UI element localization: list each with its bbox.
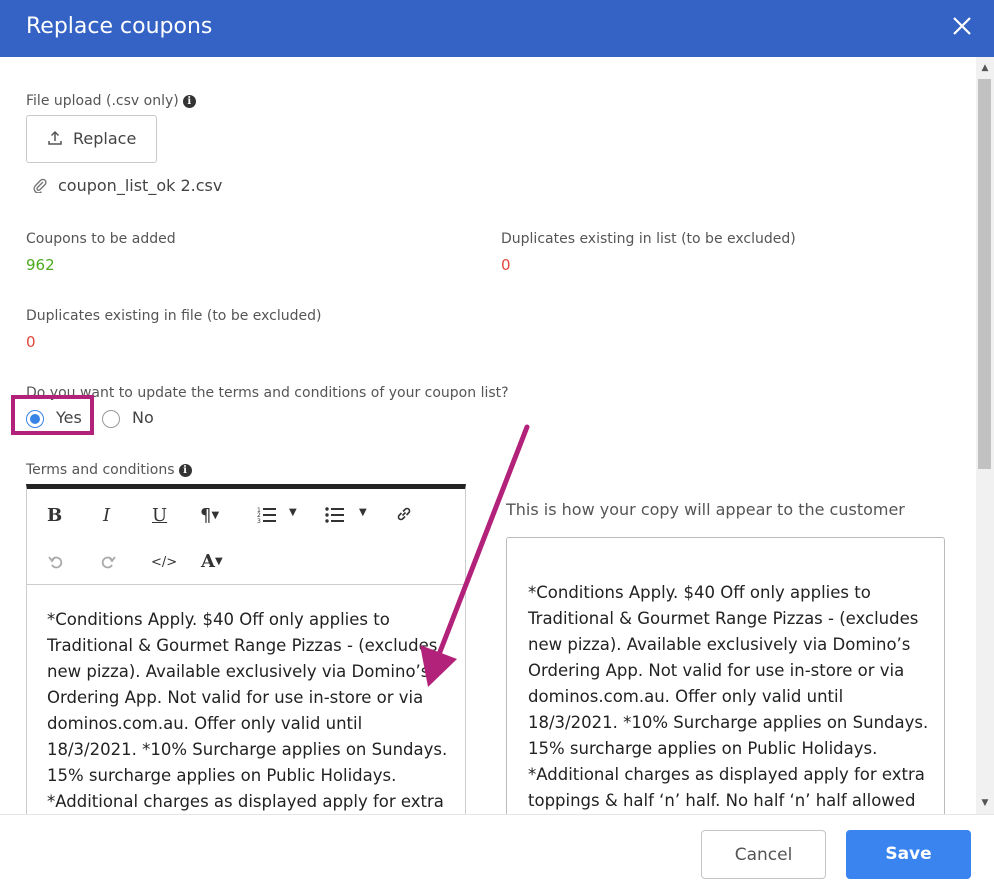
- chevron-down-icon[interactable]: ▼: [289, 507, 297, 518]
- terms-editor-text[interactable]: *Conditions Apply. $40 Off only applies …: [47, 607, 457, 814]
- terms-question-label: Do you want to update the terms and cond…: [26, 385, 509, 401]
- dup-list-value: 0: [501, 256, 511, 274]
- paragraph-icon: ¶: [200, 505, 212, 526]
- uploaded-file: coupon_list_ok 2.csv: [32, 176, 222, 195]
- coupons-added-label: Coupons to be added: [26, 231, 176, 247]
- link-icon[interactable]: [395, 505, 413, 523]
- upload-icon: [48, 130, 62, 145]
- dup-list-label: Duplicates existing in list (to be exclu…: [501, 231, 796, 247]
- modal-footer: Cancel Save: [0, 814, 994, 889]
- redo-icon[interactable]: [99, 553, 117, 571]
- scroll-down-icon[interactable]: ▼: [976, 794, 994, 812]
- underline-button[interactable]: U: [152, 505, 167, 526]
- preview-box: *Conditions Apply. $40 Off only applies …: [506, 537, 945, 814]
- info-icon[interactable]: i: [178, 464, 192, 477]
- modal-title: Replace coupons: [26, 14, 213, 39]
- save-button[interactable]: Save: [846, 830, 971, 879]
- terms-editor[interactable]: B I U ¶▼ 1 2 3 ▼ ▼ </> A▼ *Conditions Ap…: [26, 484, 466, 814]
- dup-file-value: 0: [26, 333, 36, 351]
- highlight-box: [11, 395, 94, 435]
- svg-text:3: 3: [257, 518, 261, 524]
- paragraph-button[interactable]: ¶▼: [200, 505, 219, 526]
- undo-icon[interactable]: [47, 553, 65, 571]
- code-view-button[interactable]: </>: [151, 555, 177, 570]
- paperclip-icon: [33, 178, 47, 193]
- modal-body[interactable]: File upload (.csv only) i Replace coupon_…: [0, 57, 976, 814]
- preview-text: *Conditions Apply. $40 Off only applies …: [528, 583, 929, 810]
- replace-button-label: Replace: [73, 129, 137, 148]
- chevron-down-icon: ▼: [214, 556, 223, 567]
- bullet-list-icon[interactable]: [325, 506, 345, 524]
- terms-label: Terms and conditions i: [26, 462, 192, 478]
- radio-no-label: No: [132, 408, 154, 427]
- scrollbar-thumb[interactable]: [978, 79, 991, 469]
- font-icon: A: [201, 551, 215, 572]
- scrollbar[interactable]: ▲ ▼: [976, 57, 994, 814]
- file-name: coupon_list_ok 2.csv: [58, 176, 223, 195]
- font-button[interactable]: A▼: [201, 551, 223, 572]
- modal-header: Replace coupons: [0, 0, 994, 57]
- scroll-up-icon[interactable]: ▲: [976, 59, 994, 77]
- cancel-button[interactable]: Cancel: [701, 830, 826, 879]
- replace-button[interactable]: Replace: [26, 115, 157, 163]
- preview-label: This is how your copy will appear to the…: [506, 500, 905, 519]
- radio-no-input[interactable]: [102, 410, 120, 428]
- italic-button[interactable]: I: [103, 505, 110, 526]
- info-icon[interactable]: i: [182, 95, 196, 108]
- bold-button[interactable]: B: [47, 505, 62, 526]
- ordered-list-icon[interactable]: 1 2 3: [257, 506, 277, 524]
- editor-toolbar: B I U ¶▼ 1 2 3 ▼ ▼ </> A▼: [27, 489, 465, 585]
- file-upload-label: File upload (.csv only) i: [26, 93, 196, 109]
- close-icon[interactable]: [948, 12, 976, 40]
- dup-file-label: Duplicates existing in file (to be exclu…: [26, 308, 322, 324]
- coupons-added-value: 962: [26, 256, 55, 274]
- chevron-down-icon: ▼: [211, 510, 220, 521]
- chevron-down-icon[interactable]: ▼: [359, 507, 367, 518]
